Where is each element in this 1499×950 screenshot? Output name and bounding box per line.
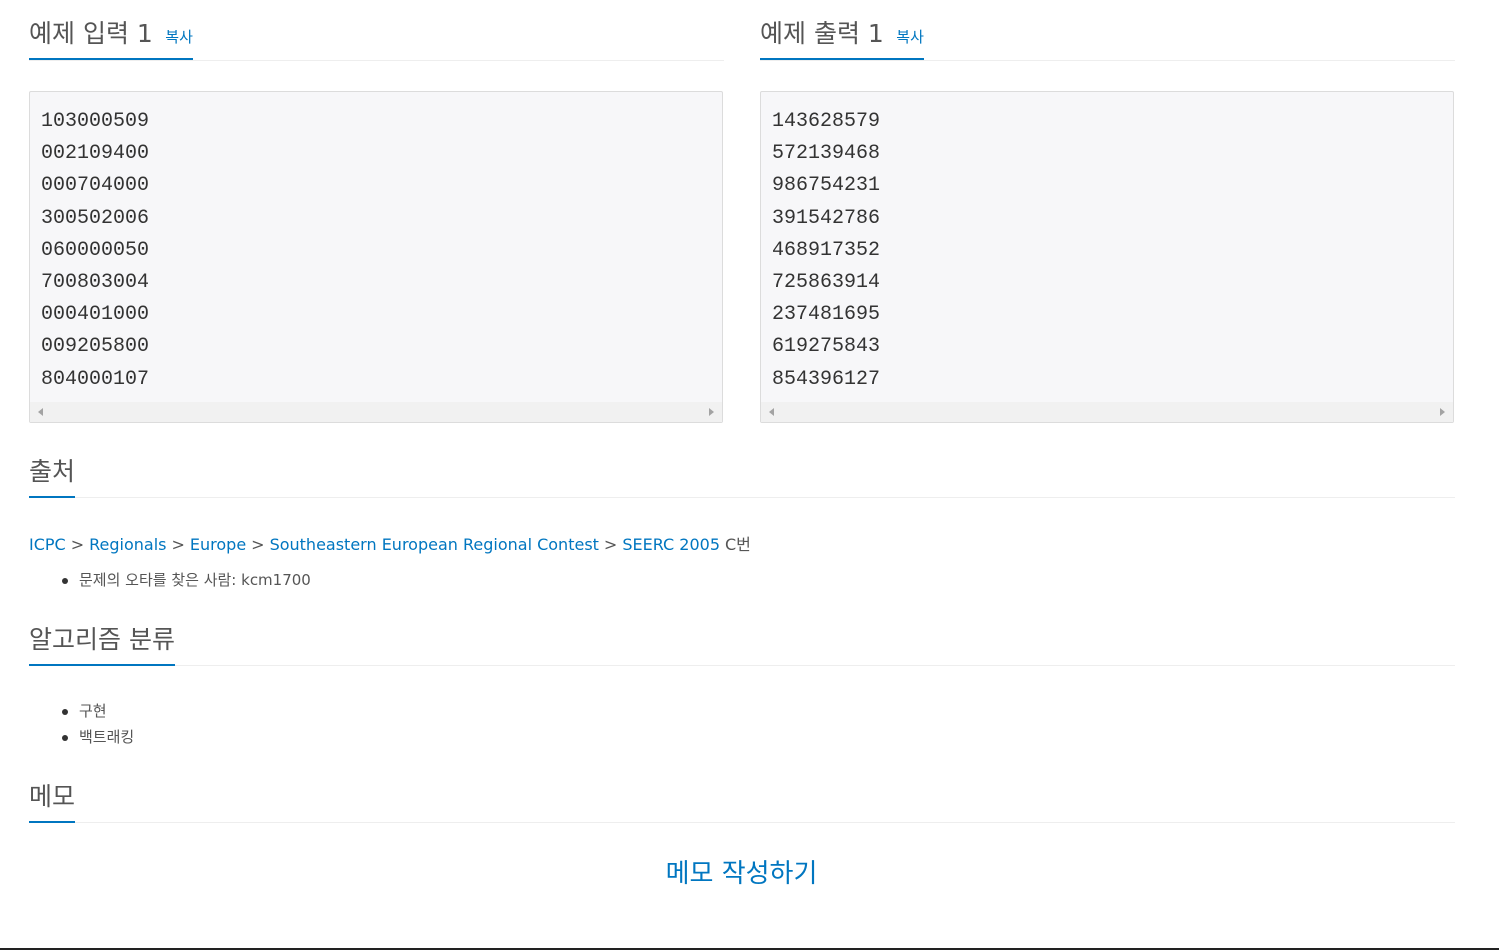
sample-output-title: 예제 출력 1	[760, 19, 884, 48]
source-notes-list: 문제의 오타를 찾은 사람: kcm1700	[62, 567, 311, 593]
memo-title-wrap: 메모	[29, 777, 76, 823]
sample-output-line: 143628579	[772, 110, 881, 133]
sample-output-header: 예제 출력 1 복사	[760, 14, 1455, 61]
sample-output-line: 391542786	[772, 206, 881, 230]
breadcrumb-separator: >	[70, 535, 85, 554]
sample-input-copy-button[interactable]: 복사	[165, 28, 193, 46]
sample-input-title: 예제 입력 1	[29, 19, 153, 48]
sample-input-scrollbar[interactable]	[30, 402, 722, 422]
source-breadcrumb: ICPC > Regionals > Europe > Southeastern Europ…	[29, 531, 751, 555]
source-link-europe[interactable]: Europe	[190, 535, 246, 554]
algorithm-title-wrap: 알고리즘 분류	[29, 620, 175, 666]
source-link-icpc[interactable]: ICPC	[29, 535, 66, 554]
algorithm-item[interactable]: 백트래킹	[62, 724, 134, 750]
algorithm-list: 구현 백트래킹	[62, 698, 134, 750]
sample-output-content: 143628579 572139468 986754231 391542786 …	[761, 92, 1453, 396]
source-link-regionals[interactable]: Regionals	[89, 535, 166, 554]
sample-output-box[interactable]: 143628579 572139468 986754231 391542786 …	[760, 91, 1454, 423]
source-title: 출처	[29, 457, 76, 486]
sample-output-scrollbar[interactable]	[761, 402, 1453, 422]
sample-input-line: 002109400	[41, 142, 150, 166]
sample-input-line: 103000509	[41, 110, 150, 133]
sample-output-line: 986754231	[772, 174, 881, 198]
list-item: 문제의 오타를 찾은 사람: kcm1700	[62, 567, 311, 593]
sample-input-line: 300502006	[41, 206, 150, 230]
sample-output-copy-button[interactable]: 복사	[896, 28, 924, 46]
algorithm-header: 알고리즘 분류	[29, 620, 1455, 666]
scroll-right-icon[interactable]	[1440, 408, 1445, 416]
sample-output-line: 572139468	[772, 142, 881, 166]
sample-input-title-wrap: 예제 입력 1 복사	[29, 14, 193, 60]
source-header: 출처	[29, 452, 1455, 498]
source-title-wrap: 출처	[29, 452, 76, 498]
write-memo-button[interactable]: 메모 작성하기	[0, 853, 1483, 890]
scroll-right-icon[interactable]	[709, 408, 714, 416]
source-problem-suffix: C번	[725, 535, 751, 554]
sample-input-line: 804000107	[41, 367, 150, 391]
breadcrumb-separator: >	[603, 535, 618, 554]
sample-input-line: 000704000	[41, 174, 150, 198]
scroll-left-icon[interactable]	[38, 408, 43, 416]
memo-title: 메모	[29, 782, 76, 811]
sample-output-line: 619275843	[772, 335, 881, 359]
sample-output-line: 854396127	[772, 367, 881, 391]
sample-input-line: 009205800	[41, 335, 150, 359]
scroll-left-icon[interactable]	[769, 408, 774, 416]
memo-header: 메모	[29, 777, 1455, 823]
breadcrumb-separator: >	[251, 535, 265, 554]
sample-output-line: 725863914	[772, 271, 881, 295]
algorithm-title: 알고리즘 분류	[29, 625, 175, 654]
sample-input-line: 000401000	[41, 303, 150, 327]
sample-input-content: 103000509 002109400 000704000 300502006 …	[30, 92, 722, 396]
sample-input-line: 700803004	[41, 271, 150, 295]
sample-output-line: 468917352	[772, 238, 881, 262]
sample-output-title-wrap: 예제 출력 1 복사	[760, 14, 924, 60]
sample-input-header: 예제 입력 1 복사	[29, 14, 724, 61]
source-link-seerc-2005[interactable]: SEERC 2005	[622, 535, 720, 554]
breadcrumb-separator: >	[171, 535, 185, 554]
sample-output-line: 237481695	[772, 303, 881, 327]
sample-input-line: 060000050	[41, 238, 150, 262]
algorithm-item[interactable]: 구현	[62, 698, 134, 724]
source-link-seerc-contest[interactable]: Southeastern European Regional Contest	[270, 535, 599, 554]
sample-input-box[interactable]: 103000509 002109400 000704000 300502006 …	[29, 91, 723, 423]
